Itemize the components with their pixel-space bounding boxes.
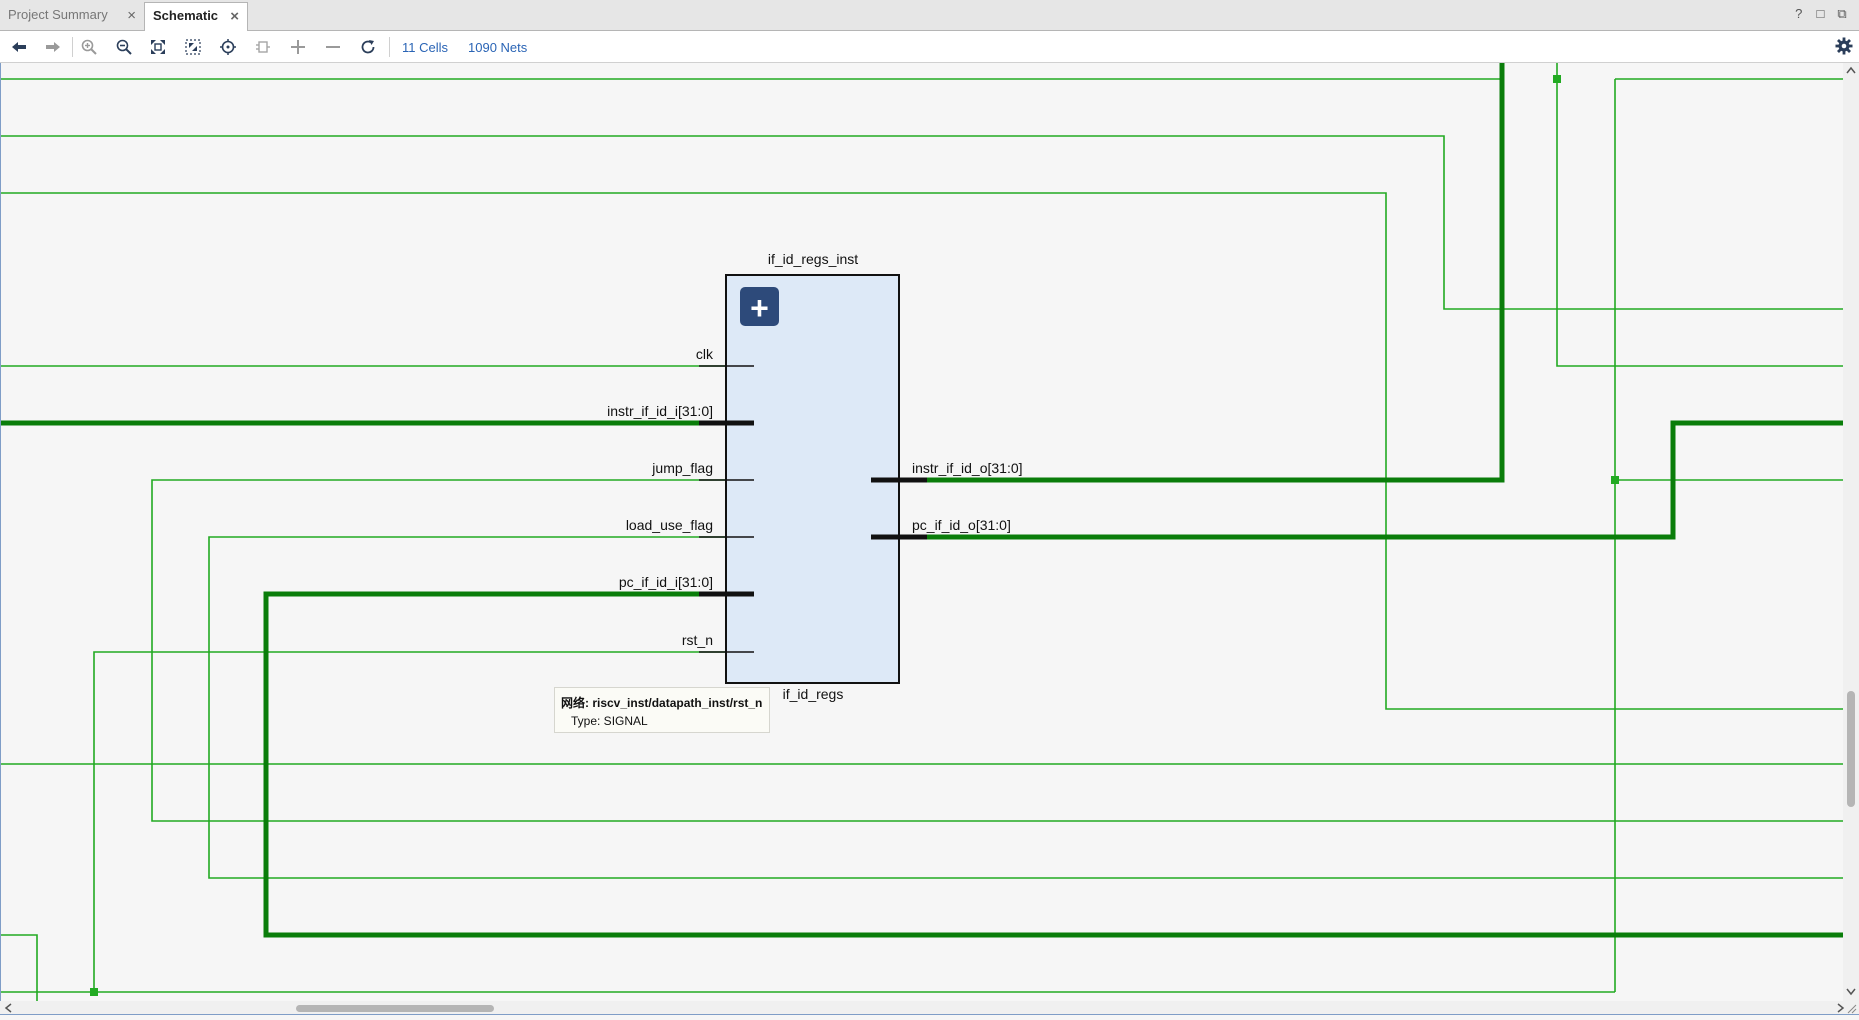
cell-if-id-regs[interactable]: + if_id_regs_inst if_id_regs clk instr_i… bbox=[607, 251, 1022, 702]
close-icon[interactable]: × bbox=[127, 3, 136, 29]
horizontal-scroll-thumb bbox=[296, 1005, 494, 1012]
vertical-scrollbar[interactable] bbox=[1843, 63, 1859, 1001]
horizontal-scrollbar[interactable] bbox=[0, 1001, 1859, 1015]
plus-icon: + bbox=[750, 290, 769, 326]
junction-dot bbox=[90, 988, 98, 996]
cell-type-label: if_id_regs bbox=[783, 686, 844, 702]
net-wire bbox=[1, 135, 1844, 310]
output-pin-label: instr_if_id_o[31:0] bbox=[912, 460, 1023, 476]
input-pin-label: load_use_flag bbox=[626, 517, 713, 533]
schematic-canvas[interactable]: + if_id_regs_inst if_id_regs clk instr_i… bbox=[0, 63, 1845, 1001]
net-wire bbox=[208, 536, 1844, 879]
output-pin-label: pc_if_id_o[31:0] bbox=[912, 517, 1011, 533]
tab-label: Project Summary bbox=[8, 7, 108, 22]
zoom-area-icon[interactable] bbox=[176, 31, 210, 62]
schematic-toolbar: 11 Cells 1090 Nets bbox=[0, 31, 1859, 63]
tooltip-net-name: 网络: riscv_inst/datapath_inst/rst_n bbox=[561, 696, 763, 710]
window-controls: ? □ ⧉ bbox=[1790, 6, 1851, 22]
net-wire bbox=[1, 192, 1844, 710]
float-icon[interactable]: ⧉ bbox=[1833, 6, 1851, 22]
instance-name-label: if_id_regs_inst bbox=[768, 251, 858, 267]
scroll-left-icon bbox=[4, 1003, 12, 1013]
back-icon[interactable] bbox=[2, 31, 36, 62]
zoom-out-icon[interactable] bbox=[107, 31, 141, 62]
reload-icon[interactable] bbox=[351, 31, 385, 62]
input-pin-label: rst_n bbox=[682, 632, 713, 648]
autofit-selection-icon[interactable] bbox=[211, 31, 245, 62]
tooltip-net-type: Type: SIGNAL bbox=[571, 714, 648, 728]
scroll-up-icon bbox=[1846, 66, 1856, 74]
scroll-down-icon bbox=[1846, 988, 1856, 996]
close-icon[interactable]: × bbox=[230, 4, 239, 30]
net-tooltip: 网络: riscv_inst/datapath_inst/rst_n Type:… bbox=[554, 687, 770, 733]
expand-icon[interactable] bbox=[281, 31, 315, 62]
gear-icon[interactable] bbox=[1835, 37, 1853, 60]
select-icon[interactable] bbox=[246, 31, 280, 62]
zoom-in-icon[interactable] bbox=[72, 31, 106, 62]
junction-dot bbox=[1553, 75, 1561, 83]
resize-grip-icon bbox=[1847, 1004, 1857, 1014]
input-pin-label: instr_if_id_i[31:0] bbox=[607, 403, 713, 419]
junction-dot bbox=[1611, 476, 1619, 484]
scroll-right-icon bbox=[1837, 1003, 1845, 1013]
input-pin-label: pc_if_id_i[31:0] bbox=[619, 574, 713, 590]
forward-icon[interactable] bbox=[36, 31, 70, 62]
cells-count-link[interactable]: 11 Cells bbox=[402, 40, 448, 55]
tab-label: Schematic bbox=[153, 8, 219, 23]
collapse-icon[interactable] bbox=[316, 31, 350, 62]
input-pin-label: clk bbox=[696, 346, 714, 362]
net-wire bbox=[1556, 63, 1844, 367]
net-wire bbox=[1, 934, 38, 1001]
nets-count-link[interactable]: 1090 Nets bbox=[468, 40, 527, 55]
help-icon[interactable]: ? bbox=[1790, 6, 1808, 21]
input-pin-label: jump_flag bbox=[651, 460, 713, 476]
expand-cell-button[interactable]: + bbox=[740, 287, 779, 326]
tab-schematic[interactable]: Schematic × bbox=[144, 2, 248, 31]
vertical-scroll-thumb bbox=[1847, 691, 1855, 807]
bus-wire bbox=[926, 63, 1505, 483]
tab-project-summary[interactable]: Project Summary × bbox=[0, 2, 144, 31]
maximize-icon[interactable]: □ bbox=[1811, 6, 1829, 21]
zoom-fit-icon[interactable] bbox=[141, 31, 175, 62]
tab-bar: Project Summary × Schematic × ? □ ⧉ bbox=[0, 0, 1859, 31]
schematic-drawing[interactable]: + if_id_regs_inst if_id_regs clk instr_i… bbox=[1, 63, 1844, 1001]
